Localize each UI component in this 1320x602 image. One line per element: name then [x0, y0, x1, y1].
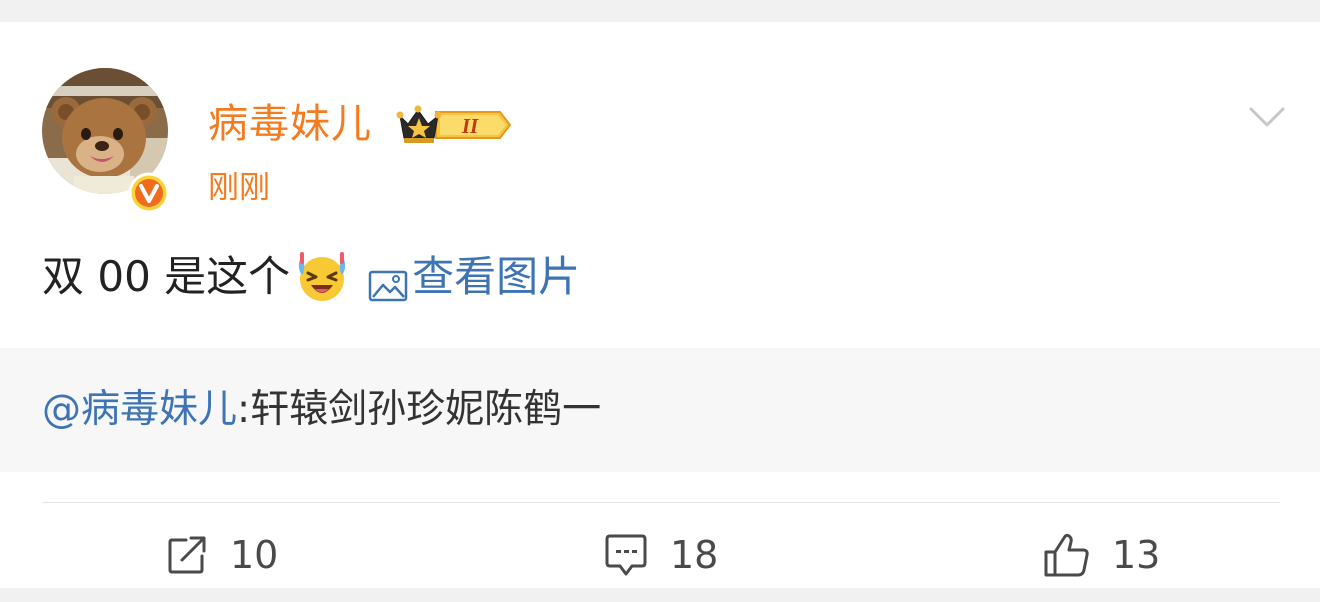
post-content: 双 00 是这个 查看图片: [42, 248, 580, 306]
thumbs-up-icon: [1044, 533, 1089, 577]
post-text: 双 00 是这个: [42, 252, 291, 301]
quoted-post-line: @病毒妹儿:轩辕剑孙珍妮陈鹤一: [42, 382, 601, 438]
verified-v-badge: [128, 172, 170, 214]
view-image-link[interactable]: 查看图片: [368, 248, 580, 306]
member-level: II: [461, 114, 479, 138]
top-separator: [0, 0, 1320, 22]
comment-icon: [605, 534, 647, 576]
weibo-post-card: 病毒妹儿 II 刚刚 双 00 是这个 查看图片 @病毒妹儿:轩辕剑孙珍妮陈鹤一…: [0, 22, 1320, 588]
like-button[interactable]: 13: [1042, 528, 1160, 582]
comment-count: 18: [670, 533, 719, 577]
comment-button[interactable]: 18: [604, 528, 718, 582]
like-count: 13: [1112, 533, 1161, 577]
post-timestamp: 刚刚: [208, 170, 270, 206]
bottom-separator: [0, 588, 1320, 602]
quoted-post-text: :轩辕剑孙珍妮陈鹤一: [237, 387, 602, 432]
repost-icon: [168, 536, 206, 574]
crown-icon: [396, 105, 442, 143]
laughing-tears-emoji-icon: [294, 249, 350, 305]
quoted-post[interactable]: @病毒妹儿:轩辕剑孙珍妮陈鹤一: [0, 348, 1320, 472]
member-badge[interactable]: II: [396, 102, 514, 148]
quoted-user-mention[interactable]: @病毒妹儿: [42, 387, 237, 432]
action-bar-divider: [42, 502, 1280, 503]
image-icon: [368, 260, 408, 302]
repost-count: 10: [230, 533, 279, 577]
repost-button[interactable]: 10: [166, 528, 278, 582]
username[interactable]: 病毒妹儿: [208, 100, 372, 148]
view-image-label: 查看图片: [412, 252, 581, 301]
chevron-down-icon[interactable]: [1248, 104, 1286, 130]
